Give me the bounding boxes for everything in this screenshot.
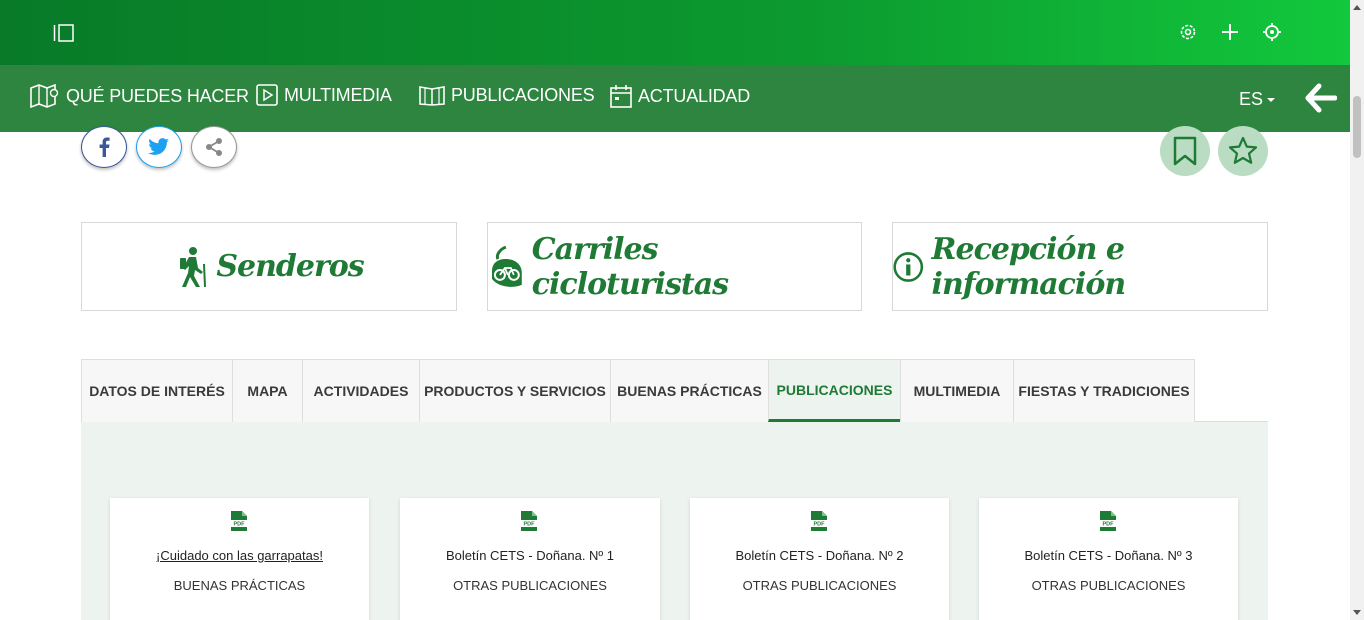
caret-down-icon <box>1267 98 1276 103</box>
tab-label: FIESTAS Y TRADICIONES <box>1018 383 1190 399</box>
pdf-icon[interactable]: PDF <box>519 510 539 532</box>
page-scrollbar[interactable] <box>1350 0 1364 620</box>
category-label: Carriles cicloturistas <box>531 231 729 302</box>
info-icon <box>893 251 924 282</box>
bookmark-icon <box>1173 136 1197 166</box>
tab-label: BUENAS PRÁCTICAS <box>617 383 762 399</box>
pdf-icon[interactable]: PDF <box>809 510 829 532</box>
scrollbar-thumb[interactable] <box>1353 96 1361 158</box>
language-selector[interactable]: ES <box>1239 89 1276 110</box>
favorite-button[interactable] <box>1218 126 1268 176</box>
bookmark-button[interactable] <box>1160 126 1210 176</box>
tab-actividades[interactable]: ACTIVIDADES <box>302 359 420 422</box>
publication-category: OTRAS PUBLICACIONES <box>742 578 897 593</box>
scroll-up-arrow-icon[interactable] <box>1353 5 1361 10</box>
top-bar <box>0 0 1350 65</box>
settings-icon[interactable] <box>1178 22 1198 42</box>
publication-card: PDF Boletín CETS - Doñana. Nº 2 OTRAS PU… <box>690 498 949 620</box>
category-label: Recepción e información <box>931 231 1127 302</box>
svg-text:PDF: PDF <box>814 522 826 528</box>
publication-card: PDF ¡Cuidado con las garrapatas! BUENAS … <box>110 498 369 620</box>
book-icon <box>419 86 445 106</box>
publication-card: PDF Boletín CETS - Doñana. Nº 3 OTRAS PU… <box>979 498 1238 620</box>
tab-label: MAPA <box>247 383 288 399</box>
tab-mapa[interactable]: MAPA <box>232 359 303 422</box>
plus-icon[interactable] <box>1220 22 1240 42</box>
tab-multimedia[interactable]: MULTIMEDIA <box>900 359 1014 422</box>
tab-fiestas-y-tradiciones[interactable]: FIESTAS Y TRADICIONES <box>1013 359 1195 422</box>
section-tabs: DATOS DE INTERÉS MAPA ACTIVIDADES PRODUC… <box>81 359 1195 422</box>
hiker-icon <box>180 246 207 287</box>
back-arrow-icon[interactable] <box>1305 82 1337 114</box>
nav-multimedia[interactable]: MULTIMEDIA <box>256 84 392 106</box>
publication-category: OTRAS PUBLICACIONES <box>453 578 607 593</box>
tab-label: PRODUCTOS Y SERVICIOS <box>424 383 606 399</box>
page: QUÉ PUEDES HACER MULTIMEDIA PUBLICACIONE… <box>0 0 1364 620</box>
language-label: ES <box>1239 89 1264 109</box>
tab-label: ACTIVIDADES <box>313 383 409 399</box>
crosshair-icon[interactable] <box>1262 22 1282 42</box>
publication-category: OTRAS PUBLICACIONES <box>1031 578 1186 593</box>
tab-label: PUBLICACIONES <box>776 381 893 398</box>
tab-label: MULTIMEDIA <box>913 383 1001 399</box>
main-nav: QUÉ PUEDES HACER MULTIMEDIA PUBLICACIONE… <box>0 65 1350 132</box>
tab-productos-y-servicios[interactable]: PRODUCTOS Y SERVICIOS <box>419 359 611 422</box>
pdf-icon[interactable]: PDF <box>1098 510 1118 532</box>
publication-category: BUENAS PRÁCTICAS <box>173 578 306 593</box>
share-button[interactable] <box>191 126 237 168</box>
tab-buenas-practicas[interactable]: BUENAS PRÁCTICAS <box>610 359 769 422</box>
nav-publicaciones[interactable]: PUBLICACIONES <box>419 84 595 106</box>
nav-label: PUBLICACIONES <box>451 84 595 105</box>
category-carriles-cicloturistas[interactable]: Carriles cicloturistas <box>487 222 862 311</box>
facebook-share-button[interactable] <box>81 126 127 168</box>
svg-text:PDF: PDF <box>234 522 246 528</box>
publication-title[interactable]: Boletín CETS - Doñana. Nº 2 <box>690 548 949 563</box>
sidebar-toggle-icon[interactable] <box>53 24 75 42</box>
tab-publicaciones[interactable]: PUBLICACIONES <box>768 359 901 422</box>
category-senderos[interactable]: Senderos <box>81 222 457 311</box>
share-icon <box>206 138 222 156</box>
scroll-down-arrow-icon[interactable] <box>1353 610 1361 615</box>
publication-title[interactable]: Boletín CETS - Doñana. Nº 3 <box>979 548 1238 563</box>
twitter-share-button[interactable] <box>136 126 182 168</box>
tab-label: DATOS DE INTERÉS <box>89 383 225 399</box>
publication-title-link[interactable]: ¡Cuidado con las garrapatas! <box>110 548 369 563</box>
nav-label: ACTUALIDAD <box>638 85 751 106</box>
star-icon <box>1228 136 1258 164</box>
twitter-icon <box>148 138 169 155</box>
publications-panel: PDF ¡Cuidado con las garrapatas! BUENAS … <box>81 422 1268 620</box>
calendar-icon <box>610 85 632 108</box>
nav-label: MULTIMEDIA <box>284 84 392 105</box>
facebook-icon <box>99 137 110 157</box>
publication-title[interactable]: Boletín CETS - Doñana. Nº 1 <box>400 548 660 563</box>
svg-text:PDF: PDF <box>1103 522 1115 528</box>
play-icon <box>256 84 278 106</box>
svg-text:PDF: PDF <box>524 522 536 528</box>
nav-label: QUÉ PUEDES HACER <box>66 85 249 106</box>
category-recepcion-informacion[interactable]: Recepción e información <box>892 222 1268 311</box>
nav-actualidad[interactable]: ACTUALIDAD <box>610 84 750 108</box>
category-label: Senderos <box>216 249 364 284</box>
tab-datos-de-interes[interactable]: DATOS DE INTERÉS <box>81 359 233 422</box>
map-icon <box>30 84 59 108</box>
bicycle-icon <box>491 245 522 287</box>
pdf-icon[interactable]: PDF <box>229 510 249 532</box>
publication-card: PDF Boletín CETS - Doñana. Nº 1 OTRAS PU… <box>400 498 660 620</box>
nav-que-puedes-hacer[interactable]: QUÉ PUEDES HACER <box>30 84 249 108</box>
